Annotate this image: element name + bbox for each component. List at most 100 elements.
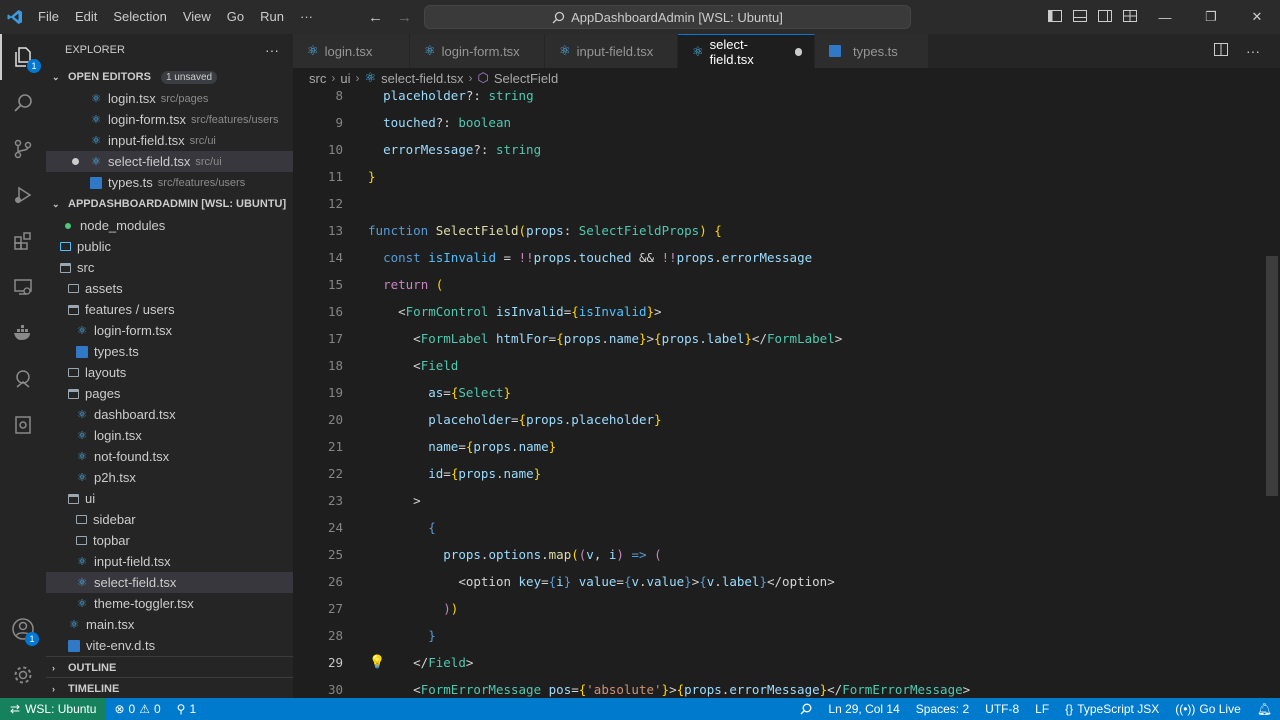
- breadcrumb-item[interactable]: src: [309, 71, 326, 86]
- menu-go[interactable]: Go: [219, 0, 252, 34]
- tree-folder[interactable]: assets: [46, 278, 293, 299]
- tree-item-label: input-field.tsx: [94, 554, 171, 569]
- tree-folder[interactable]: pages: [46, 383, 293, 404]
- more-actions-icon[interactable]: ···: [1246, 43, 1260, 59]
- editor-scrollbar[interactable]: [1266, 256, 1278, 496]
- menu-file[interactable]: File: [30, 0, 67, 34]
- command-center-search[interactable]: AppDashboardAdmin [WSL: Ubuntu]: [424, 5, 911, 29]
- source-control-icon[interactable]: [0, 126, 46, 172]
- extensions-icon[interactable]: [0, 218, 46, 264]
- menu-selection[interactable]: Selection: [105, 0, 174, 34]
- menu-edit[interactable]: Edit: [67, 0, 105, 34]
- run-debug-icon[interactable]: [0, 172, 46, 218]
- open-editor-item[interactable]: ⚛ login-form.tsx src/features/users: [46, 109, 293, 130]
- tab-label: input-field.tsx: [576, 43, 654, 59]
- workspace-section[interactable]: ⌄ APPDASHBOARDADMIN [WSL: UBUNTU]: [46, 193, 293, 215]
- tree-file[interactable]: ⚛ main.tsx: [46, 614, 293, 635]
- tab-login[interactable]: ⚛ login.tsx: [293, 34, 410, 68]
- tree-folder[interactable]: topbar: [46, 530, 293, 551]
- menu-more[interactable]: ···: [292, 0, 321, 34]
- zoom-search-icon[interactable]: [792, 703, 820, 715]
- ports-indicator[interactable]: ⚲ 1: [169, 702, 204, 716]
- back-arrow-icon[interactable]: ←: [368, 9, 383, 26]
- tab-login-form[interactable]: ⚛ login-form.tsx: [410, 34, 545, 68]
- accounts-icon[interactable]: 1: [0, 606, 46, 652]
- notifications-bell-icon[interactable]: 🔔︎: [1249, 702, 1280, 716]
- tab-types[interactable]: types.ts: [815, 34, 929, 68]
- tree-folder[interactable]: public: [46, 236, 293, 257]
- open-editor-item-active[interactable]: ⚛ select-field.tsx src/ui: [46, 151, 293, 172]
- tree-file[interactable]: ⚛ not-found.tsx: [46, 446, 293, 467]
- explorer-more-icon[interactable]: ···: [265, 42, 279, 58]
- breadcrumb-item[interactable]: select-field.tsx: [381, 71, 463, 86]
- code-editor[interactable]: 8 placeholder?: string 9 touched?: boole…: [293, 88, 1280, 698]
- tree-file[interactable]: vite-env.d.ts: [46, 635, 293, 656]
- explorer-header: EXPLORER ···: [46, 34, 293, 66]
- menu-run[interactable]: Run: [252, 0, 292, 34]
- tree-folder[interactable]: features / users: [46, 299, 293, 320]
- breadcrumb-item[interactable]: ui: [340, 71, 350, 86]
- end-of-line[interactable]: LF: [1027, 702, 1057, 716]
- toggle-secondary-sidebar-icon[interactable]: [1092, 9, 1117, 25]
- tree-file[interactable]: ⚛ login.tsx: [46, 425, 293, 446]
- breadcrumb-item[interactable]: SelectField: [494, 71, 558, 86]
- live-share-icon[interactable]: [0, 356, 46, 402]
- typescript-file-icon: [829, 45, 841, 57]
- timeline-section[interactable]: › TIMELINE: [46, 677, 293, 698]
- code-line: 10 errorMessage?: string: [293, 136, 1280, 163]
- remote-explorer-icon[interactable]: [0, 264, 46, 310]
- docker-icon[interactable]: [0, 310, 46, 356]
- language-mode[interactable]: {} TypeScript JSX: [1057, 702, 1167, 716]
- outline-label: OUTLINE: [68, 661, 117, 674]
- open-editor-item[interactable]: ⚛ login.tsx src/pages: [46, 88, 293, 109]
- line-number: 26: [327, 574, 343, 589]
- explorer-icon[interactable]: 1: [0, 34, 46, 80]
- problems-indicator[interactable]: ⊗ 0 ⚠ 0: [106, 702, 168, 716]
- cursor-position[interactable]: Ln 29, Col 14: [820, 702, 907, 716]
- tree-file-selected[interactable]: ⚛ select-field.tsx: [46, 572, 293, 593]
- open-editor-item[interactable]: ⚛ input-field.tsx src/ui: [46, 130, 293, 151]
- react-file-icon: ⚛: [77, 577, 87, 589]
- tab-label: login.tsx: [324, 43, 373, 59]
- tab-input-field[interactable]: ⚛ input-field.tsx: [545, 34, 678, 68]
- minimize-icon[interactable]: —: [1142, 10, 1188, 25]
- settings-gear-icon[interactable]: [0, 652, 46, 698]
- react-file-icon: ⚛: [77, 325, 87, 337]
- code-text: )): [443, 601, 459, 616]
- split-editor-icon[interactable]: [1214, 43, 1228, 59]
- outline-section[interactable]: › OUTLINE: [46, 656, 293, 678]
- tree-folder[interactable]: layouts: [46, 362, 293, 383]
- customize-layout-icon[interactable]: [1117, 9, 1142, 25]
- tree-file[interactable]: types.ts: [46, 341, 293, 362]
- search-view-icon[interactable]: [0, 80, 46, 126]
- remote-indicator[interactable]: ⇄ WSL: Ubuntu: [0, 698, 107, 720]
- restore-icon[interactable]: ❐: [1188, 9, 1234, 25]
- unsaved-dot-icon[interactable]: [794, 47, 802, 56]
- close-window-icon[interactable]: ✕: [1234, 9, 1280, 25]
- tab-label: select-field.tsx: [709, 36, 754, 67]
- menu-view[interactable]: View: [175, 0, 219, 34]
- forward-arrow-icon[interactable]: →: [397, 9, 412, 26]
- tree-folder[interactable]: sidebar: [46, 509, 293, 530]
- unsaved-dot-icon[interactable]: [72, 158, 79, 165]
- tab-select-field[interactable]: ⚛ select-field.tsx: [678, 34, 815, 68]
- go-live-button[interactable]: ((•)) Go Live: [1167, 702, 1249, 716]
- toggle-sidebar-icon[interactable]: [1042, 9, 1067, 25]
- open-editors-section[interactable]: ⌄ OPEN EDITORS 1 unsaved: [46, 66, 293, 88]
- indentation[interactable]: Spaces: 2: [908, 702, 977, 716]
- code-line: 9 touched?: boolean: [293, 109, 1280, 136]
- tree-folder[interactable]: node_modules: [46, 215, 293, 236]
- tree-file[interactable]: ⚛ p2h.tsx: [46, 467, 293, 488]
- tree-file[interactable]: ⚛ login-form.tsx: [46, 320, 293, 341]
- tree-file[interactable]: ⚛ input-field.tsx: [46, 551, 293, 572]
- open-editor-item[interactable]: types.ts src/features/users: [46, 172, 293, 193]
- tree-file[interactable]: ⚛ dashboard.tsx: [46, 404, 293, 425]
- code-line: 12: [293, 190, 1280, 217]
- tree-folder[interactable]: src: [46, 257, 293, 278]
- open-editor-name: input-field.tsx: [108, 133, 185, 148]
- tree-file[interactable]: ⚛ theme-toggler.tsx: [46, 593, 293, 614]
- tree-folder[interactable]: ui: [46, 488, 293, 509]
- encoding[interactable]: UTF-8: [977, 702, 1027, 716]
- toggle-panel-icon[interactable]: [1067, 9, 1092, 25]
- testing-icon[interactable]: [0, 402, 46, 448]
